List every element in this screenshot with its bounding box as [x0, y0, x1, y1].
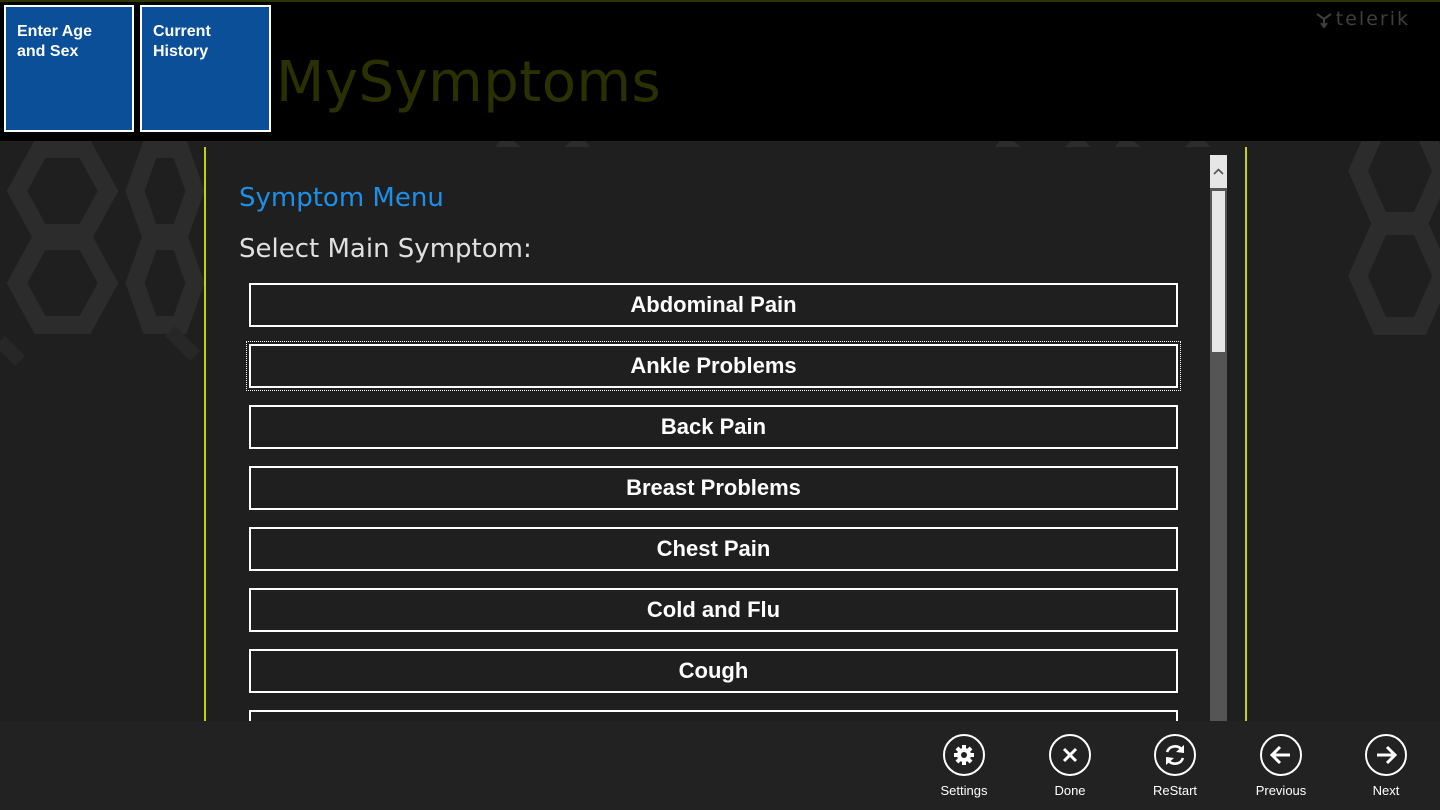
- tile-label: Current History: [153, 23, 211, 60]
- done-button[interactable]: Done: [1030, 734, 1110, 798]
- next-label: Next: [1372, 783, 1400, 798]
- close-icon: [1062, 747, 1078, 763]
- next-circle: [1365, 734, 1407, 776]
- vertical-scrollbar[interactable]: [1210, 155, 1227, 721]
- symptom-button[interactable]: [249, 710, 1178, 721]
- restart-button[interactable]: ReStart: [1135, 734, 1215, 798]
- telerik-logo-icon: [1316, 13, 1332, 28]
- symptom-label: Breast Problems: [626, 475, 801, 500]
- settings-circle: [943, 734, 985, 776]
- page-title: Symptom Menu: [239, 183, 444, 213]
- symptom-label: Cold and Flu: [646, 597, 781, 622]
- tile-label: Enter Age and Sex: [17, 23, 92, 60]
- previous-button[interactable]: Previous: [1241, 734, 1321, 798]
- symptom-label: Abdominal Pain: [630, 292, 797, 317]
- scroll-thumb[interactable]: [1212, 191, 1225, 352]
- header-bar: MySymptoms Enter Age and Sex Current His…: [0, 0, 1440, 141]
- symptom-button[interactable]: Breast Problems: [249, 466, 1178, 510]
- restart-label: ReStart: [1152, 783, 1198, 798]
- symptom-button[interactable]: Back Pain: [249, 405, 1178, 449]
- symptom-button[interactable]: Chest Pain: [249, 527, 1178, 571]
- done-circle: [1049, 734, 1091, 776]
- app-title: MySymptoms: [276, 50, 662, 115]
- symptom-button[interactable]: Cold and Flu: [249, 588, 1178, 632]
- refresh-icon: [1165, 745, 1185, 765]
- symptom-button[interactable]: Abdominal Pain: [249, 283, 1178, 327]
- symptom-label: Cough: [678, 658, 749, 683]
- symptom-label: Chest Pain: [656, 536, 771, 561]
- gear-icon: [954, 745, 974, 765]
- previous-circle: [1260, 734, 1302, 776]
- settings-button[interactable]: Settings: [924, 734, 1004, 798]
- arrow-right-icon: [1377, 745, 1398, 765]
- scroll-up-button[interactable]: [1210, 155, 1227, 188]
- symptom-panel: Symptom Menu Select Main Symptom: Abdomi…: [204, 147, 1247, 721]
- arrow-left-icon: [1269, 745, 1290, 765]
- symptom-label: Back Pain: [660, 414, 767, 439]
- app-bar: Settings Done ReStart Previous Next: [0, 721, 1440, 810]
- tile-enter-age-and-sex[interactable]: Enter Age and Sex: [4, 5, 134, 132]
- restart-circle: [1154, 734, 1196, 776]
- chevron-up-icon: [1213, 168, 1224, 175]
- header-accent-line: [0, 0, 1440, 2]
- symptom-button[interactable]: Cough: [249, 649, 1178, 693]
- settings-label: Settings: [940, 783, 988, 798]
- section-subtitle: Select Main Symptom:: [239, 234, 532, 264]
- brand-name: telerik: [1335, 8, 1410, 30]
- next-button[interactable]: Next: [1346, 734, 1426, 798]
- symptom-label: Ankle Problems: [630, 353, 797, 378]
- symptom-button[interactable]: Ankle Problems: [246, 341, 1181, 391]
- brand-logo: telerik: [1316, 8, 1410, 30]
- tile-current-history[interactable]: Current History: [140, 5, 271, 132]
- previous-label: Previous: [1255, 783, 1307, 798]
- done-label: Done: [1054, 783, 1086, 798]
